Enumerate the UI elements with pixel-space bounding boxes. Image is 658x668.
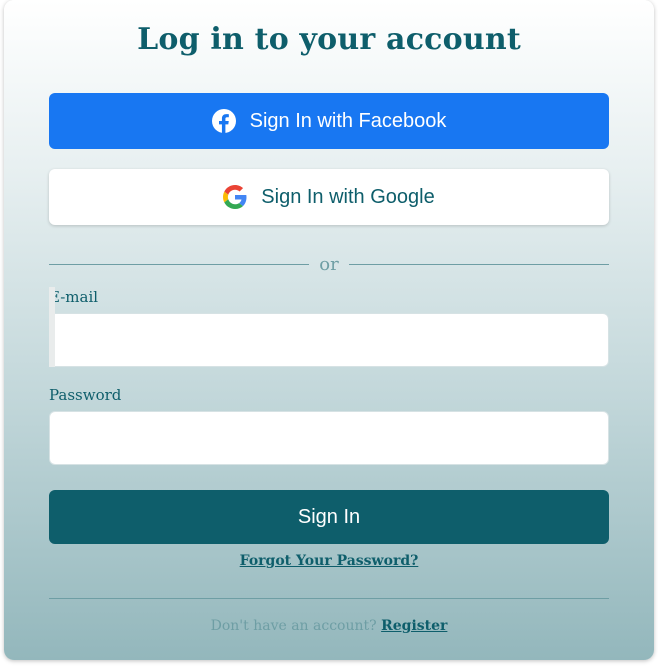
- field-edge-highlight: [49, 287, 55, 367]
- divider-line-left: [49, 264, 310, 265]
- divider-line-right: [348, 264, 610, 265]
- google-signin-button[interactable]: Sign In with Google: [49, 169, 609, 225]
- password-label: Password: [49, 386, 122, 404]
- sign-in-button[interactable]: Sign In: [49, 490, 609, 544]
- footer-divider: [49, 598, 609, 599]
- login-card: Log in to your account Sign In with Face…: [4, 0, 654, 660]
- email-label: E-mail: [49, 288, 99, 306]
- or-divider: or: [49, 254, 610, 275]
- forgot-password-link[interactable]: Forgot Your Password?: [4, 553, 654, 569]
- register-prompt: Don't have an account? Register: [4, 618, 654, 634]
- divider-text: or: [319, 254, 339, 275]
- facebook-signin-label: Sign In with Facebook: [249, 109, 447, 132]
- register-prompt-text: Don't have an account?: [210, 618, 377, 634]
- google-icon: [223, 185, 247, 209]
- google-signin-label: Sign In with Google: [261, 185, 435, 208]
- page-title: Log in to your account: [137, 22, 521, 57]
- email-field[interactable]: [49, 313, 609, 367]
- register-link[interactable]: Register: [381, 618, 447, 634]
- password-field[interactable]: [49, 411, 609, 465]
- facebook-icon: [211, 109, 236, 133]
- facebook-signin-button[interactable]: Sign In with Facebook: [49, 93, 609, 149]
